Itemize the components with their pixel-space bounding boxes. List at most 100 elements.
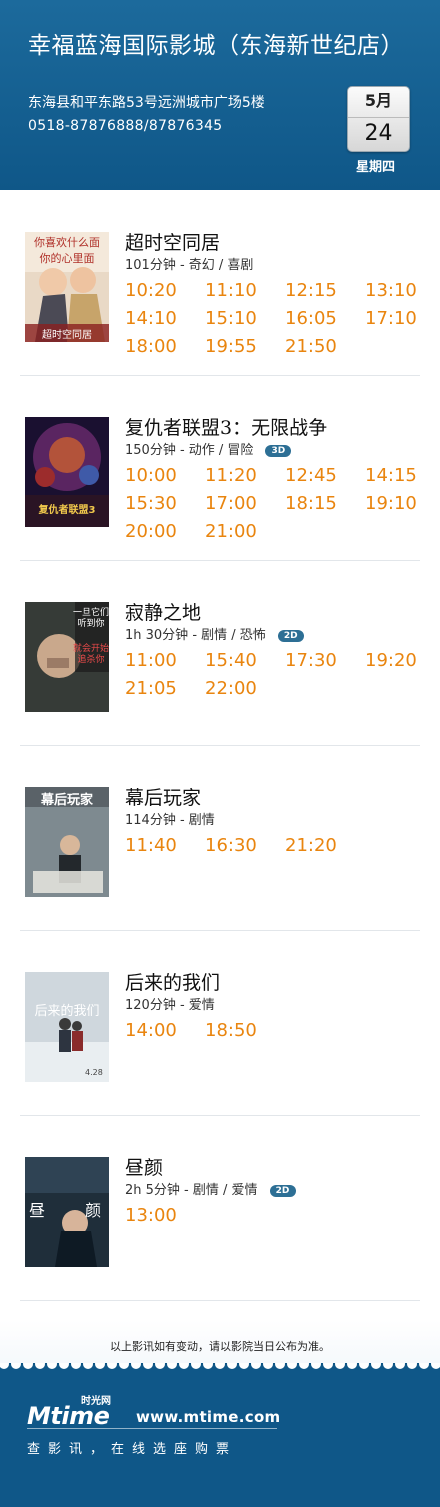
movie-poster[interactable]: 后来的我们 4.28 — [25, 972, 109, 1082]
showtime-grid: 10:00 11:20 12:45 14:15 15:30 17:00 18:1… — [125, 465, 425, 542]
cinema-address: 东海县和平东路53号远洲城市广场5楼 — [28, 95, 265, 111]
movie-poster[interactable]: 幕后玩家 — [25, 787, 109, 897]
poster-text: 一旦它们听到你 — [73, 608, 109, 629]
poster-text: 超时空同居 — [42, 330, 92, 341]
movie-item[interactable]: 昼 颜 昼颜 2h 5分钟 - 剧情 / 爱情 2D 13:00 — [20, 1115, 420, 1301]
movie-meta-text: 2h 5分钟 - 剧情 / 爱情 — [125, 1183, 258, 1198]
calendar-month: 5月 — [348, 87, 409, 118]
movie-meta: 2h 5分钟 - 剧情 / 爱情 2D — [125, 1179, 296, 1198]
movie-title[interactable]: 幕后玩家 — [125, 783, 201, 810]
movie-meta-text: 1h 30分钟 - 剧情 / 恐怖 — [125, 628, 266, 643]
showtime[interactable]: 18:15 — [285, 493, 365, 514]
format-2d-badge: 2D — [277, 629, 304, 642]
format-3d-badge: 3D — [265, 444, 292, 457]
showtime[interactable]: 12:15 — [285, 280, 365, 301]
showtime[interactable]: 19:20 — [365, 650, 440, 671]
showtime[interactable]: 15:10 — [205, 308, 285, 329]
showtime[interactable]: 11:40 — [125, 835, 205, 856]
movie-meta: 120分钟 - 爱情 — [125, 994, 215, 1013]
movie-poster[interactable]: 复仇者联盟3 — [25, 417, 109, 527]
showtime[interactable]: 17:00 — [205, 493, 285, 514]
movie-meta: 101分钟 - 奇幻 / 喜剧 — [125, 254, 253, 273]
showtime-grid: 14:00 18:50 — [125, 1020, 425, 1041]
showtime[interactable]: 11:00 — [125, 650, 205, 671]
showtime[interactable]: 14:00 — [125, 1020, 205, 1041]
movie-poster[interactable]: 你喜欢什么面 你的心里面 超时空同居 — [25, 232, 109, 342]
cinema-name: 幸福蓝海国际影城（东海新世纪店） — [28, 33, 404, 59]
showtime[interactable]: 10:20 — [125, 280, 205, 301]
mtime-footer: Mtime 时光网 www.mtime.com 查影讯，在线选座购票 — [0, 1370, 440, 1507]
showtime[interactable]: 15:40 — [205, 650, 285, 671]
showtime[interactable]: 22:00 — [205, 678, 285, 699]
poster-text: 复仇者联盟3 — [38, 505, 96, 516]
movie-meta-text: 150分钟 - 动作 / 冒险 — [125, 443, 254, 458]
movie-title[interactable]: 复仇者联盟3：无限战争 — [125, 413, 327, 440]
poster-text: 颜 — [85, 1201, 102, 1220]
showtime[interactable]: 21:50 — [285, 336, 365, 357]
showtime-grid: 11:00 15:40 17:30 19:20 21:05 22:00 — [125, 650, 425, 699]
showtime[interactable]: 14:15 — [365, 465, 440, 486]
movie-meta: 114分钟 - 剧情 — [125, 809, 215, 828]
showtime[interactable]: 21:20 — [285, 835, 365, 856]
showtimes-list: 你喜欢什么面 你的心里面 超时空同居 超时空同居 101分钟 - 奇幻 / 喜剧… — [0, 190, 440, 1370]
footer-slogan: 查影讯，在线选座购票 — [27, 1442, 238, 1457]
mtime-logo[interactable]: Mtime 时光网 — [27, 1392, 131, 1430]
showtime[interactable]: 21:00 — [205, 521, 285, 542]
mtime-url-link[interactable]: www.mtime.com — [136, 1408, 280, 1426]
showtime[interactable]: 12:45 — [285, 465, 365, 486]
showtime[interactable]: 16:05 — [285, 308, 365, 329]
movie-item[interactable]: 一旦它们听到你 就会开始追杀你 寂静之地 1h 30分钟 - 剧情 / 恐怖 2D… — [20, 560, 420, 746]
calendar-weekday: 星期四 — [356, 160, 396, 175]
showtime-grid: 11:40 16:30 21:20 — [125, 835, 425, 856]
movie-item[interactable]: 复仇者联盟3 复仇者联盟3：无限战争 150分钟 - 动作 / 冒险 3D 10:… — [20, 375, 420, 561]
movie-title[interactable]: 后来的我们 — [125, 968, 220, 995]
format-2d-badge: 2D — [269, 1184, 296, 1197]
movie-title[interactable]: 超时空同居 — [125, 228, 220, 255]
cinema-header: 幸福蓝海国际影城（东海新世纪店） 东海县和平东路53号远洲城市广场5楼 0518… — [0, 0, 440, 190]
logo-cn-text: 时光网 — [81, 1396, 111, 1407]
movie-meta-text: 120分钟 - 爱情 — [125, 998, 215, 1013]
showtime[interactable]: 10:00 — [125, 465, 205, 486]
poster-text: 4.28 — [85, 1068, 103, 1077]
calendar-icon: 5月 24 — [347, 86, 410, 152]
movie-item[interactable]: 幕后玩家 幕后玩家 114分钟 - 剧情 11:40 16:30 21:20 — [20, 745, 420, 931]
showtime[interactable]: 14:10 — [125, 308, 205, 329]
movie-meta: 150分钟 - 动作 / 冒险 3D — [125, 439, 292, 458]
movie-title[interactable]: 寂静之地 — [125, 598, 201, 625]
poster-text: 幕后玩家 — [40, 793, 93, 808]
poster-text: 昼 — [29, 1201, 46, 1220]
movie-item[interactable]: 你喜欢什么面 你的心里面 超时空同居 超时空同居 101分钟 - 奇幻 / 喜剧… — [20, 190, 420, 376]
showtime[interactable]: 13:00 — [125, 1205, 205, 1226]
showtime[interactable]: 18:00 — [125, 336, 205, 357]
poster-text: 你喜欢什么面 — [34, 236, 100, 249]
movie-title[interactable]: 昼颜 — [125, 1153, 163, 1180]
showtime[interactable]: 17:10 — [365, 308, 440, 329]
movie-meta: 1h 30分钟 - 剧情 / 恐怖 2D — [125, 624, 304, 643]
movie-meta-text: 101分钟 - 奇幻 / 喜剧 — [125, 258, 254, 273]
poster-text: 你的心里面 — [39, 252, 95, 265]
calendar-day: 24 — [364, 121, 393, 146]
movie-poster[interactable]: 一旦它们听到你 就会开始追杀你 — [25, 602, 109, 712]
showtime[interactable]: 19:55 — [205, 336, 285, 357]
movie-item[interactable]: 后来的我们 4.28 后来的我们 120分钟 - 爱情 14:00 18:50 — [20, 930, 420, 1116]
showtime[interactable]: 19:10 — [365, 493, 440, 514]
showtime[interactable]: 16:30 — [205, 835, 285, 856]
poster-image — [25, 972, 109, 1082]
movie-meta-text: 114分钟 - 剧情 — [125, 813, 215, 828]
showtime-grid: 10:20 11:10 12:15 13:10 14:10 15:10 16:0… — [125, 280, 425, 357]
showtime[interactable]: 11:10 — [205, 280, 285, 301]
showtime[interactable]: 11:20 — [205, 465, 285, 486]
cinema-phone[interactable]: 0518-87876888/87876345 — [28, 118, 223, 134]
showtime[interactable]: 15:30 — [125, 493, 205, 514]
showtime[interactable]: 17:30 — [285, 650, 365, 671]
showtime-grid: 13:00 — [125, 1205, 425, 1226]
showtime[interactable]: 18:50 — [205, 1020, 285, 1041]
footer-divider — [27, 1428, 277, 1429]
disclaimer-notice: 以上影讯如有变动，请以影院当日公布为准。 — [110, 1340, 330, 1353]
movie-poster[interactable]: 昼 颜 — [25, 1157, 109, 1267]
showtime[interactable]: 13:10 — [365, 280, 440, 301]
poster-text: 就会开始追杀你 — [73, 644, 109, 665]
showtime[interactable]: 21:05 — [125, 678, 205, 699]
poster-text: 后来的我们 — [34, 1004, 100, 1019]
showtime[interactable]: 20:00 — [125, 521, 205, 542]
